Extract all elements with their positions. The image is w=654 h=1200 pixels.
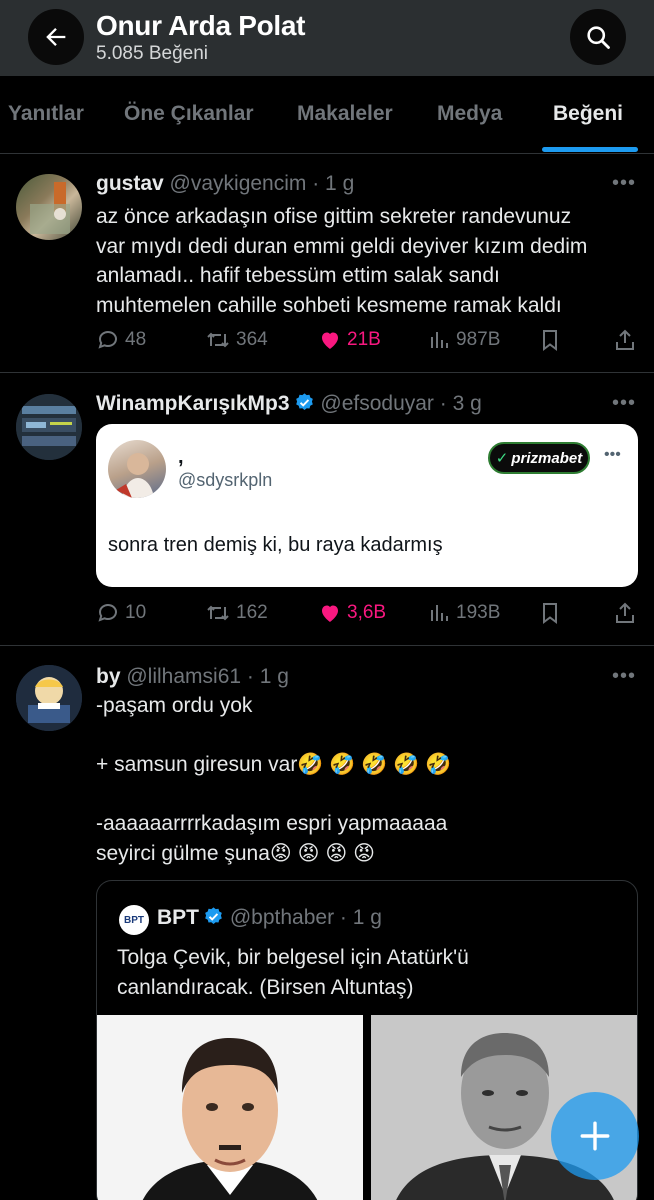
share-icon (616, 602, 634, 623)
author-name[interactable]: WinampKarışıkMp3 (96, 392, 290, 415)
author-name[interactable]: by (96, 665, 121, 688)
compose-button[interactable] (551, 1092, 639, 1180)
tab-articles[interactable]: Makaleler (297, 76, 393, 154)
views-icon (431, 605, 448, 621)
repost-button[interactable]: 162 (205, 601, 268, 625)
quoted-tweet-text: Tolga Çevik, bir belgesel için Atatürk'ü… (117, 946, 469, 999)
tweet[interactable]: WinampKarışıkMp3 @efsoduyar · 3 g ••• , … (0, 374, 654, 646)
repost-icon (207, 332, 229, 348)
more-icon[interactable]: ••• (604, 446, 621, 464)
media-image[interactable] (97, 1015, 363, 1200)
verified-icon (205, 907, 222, 924)
verified-icon (295, 393, 313, 410)
like-button[interactable]: 21B (318, 328, 381, 352)
quoted-author-handle: @sdysrkpln (178, 470, 273, 490)
author-handle-time[interactable]: @efsoduyar · 3 g (320, 392, 481, 415)
tab-active-indicator (542, 147, 638, 152)
tab-replies[interactable]: Yanıtlar (8, 76, 84, 154)
repost-button[interactable]: 364 (205, 328, 268, 352)
likes-count: 5.085 Beğeni (96, 43, 208, 64)
reply-button[interactable]: 10 (96, 601, 146, 625)
more-icon[interactable]: ••• (612, 665, 636, 688)
share-icon (616, 329, 634, 350)
back-button[interactable] (28, 9, 84, 65)
search-icon (587, 26, 610, 49)
avatar[interactable] (16, 394, 82, 460)
quoted-author-name: BPT (157, 906, 199, 929)
more-icon[interactable]: ••• (612, 392, 636, 415)
author-handle-time[interactable]: @lilhamsi61 · 1 g (126, 665, 289, 688)
repost-icon (207, 605, 229, 621)
check-logo-icon: ✓ (495, 450, 509, 467)
tweet-actions: 10 162 3,6B 193B (96, 601, 640, 631)
avatar: BPT (119, 905, 149, 935)
bookmark-icon (543, 603, 557, 624)
tweet-text: az önce arkadaşın ofise gittim sekreter … (96, 205, 588, 317)
reply-icon (98, 331, 117, 349)
profile-name: Onur Arda Polat (96, 10, 306, 41)
like-button[interactable]: 3,6B (318, 601, 386, 625)
share-button[interactable] (614, 328, 636, 352)
arrow-left-icon (46, 28, 66, 46)
views-button[interactable]: 987B (429, 328, 500, 352)
tab-media[interactable]: Medya (437, 76, 502, 154)
quoted-author-name: , (178, 446, 184, 468)
bookmark-button[interactable] (539, 328, 561, 352)
quoted-tweet-text: sonra tren demiş ki, bu raya kadarmış (108, 534, 443, 556)
bookmark-icon (543, 330, 557, 351)
reply-icon (98, 604, 117, 622)
views-icon (431, 332, 448, 348)
bookmark-button[interactable] (539, 601, 561, 625)
author-handle-time[interactable]: @vaykigencim · 1 g (170, 172, 355, 195)
heart-icon (322, 605, 338, 622)
search-button[interactable] (570, 9, 626, 65)
tab-highlights[interactable]: Öne Çıkanlar (124, 76, 254, 154)
profile-tabs: Yanıtlar Öne Çıkanlar Makaleler Medya Be… (0, 76, 654, 154)
more-icon[interactable]: ••• (612, 172, 636, 195)
quoted-tweet-card[interactable]: , @sdysrkpln ✓ prizmabet ••• sonra tren … (96, 424, 638, 587)
views-button[interactable]: 193B (429, 601, 500, 625)
plus-icon (580, 1121, 610, 1151)
brand-badge: ✓ prizmabet (488, 442, 590, 474)
avatar[interactable] (108, 440, 166, 498)
share-button[interactable] (614, 601, 636, 625)
avatar[interactable] (16, 174, 82, 240)
tweet[interactable]: gustav @vaykigencim · 1 g ••• az önce ar… (0, 154, 654, 373)
heart-icon (322, 332, 338, 349)
avatar[interactable] (16, 665, 82, 731)
reply-button[interactable]: 48 (96, 328, 146, 352)
tweet-text: -paşam ordu yok + samsun giresun var🤣 🤣 … (96, 694, 452, 865)
author-name[interactable]: gustav (96, 172, 164, 195)
tab-likes[interactable]: Beğeni (553, 76, 623, 154)
quoted-author-meta: @bpthaber · 1 g (229, 906, 382, 929)
tweet-actions: 48 364 21B 987B (96, 328, 640, 358)
profile-header: Onur Arda Polat 5.085 Beğeni (0, 0, 654, 76)
